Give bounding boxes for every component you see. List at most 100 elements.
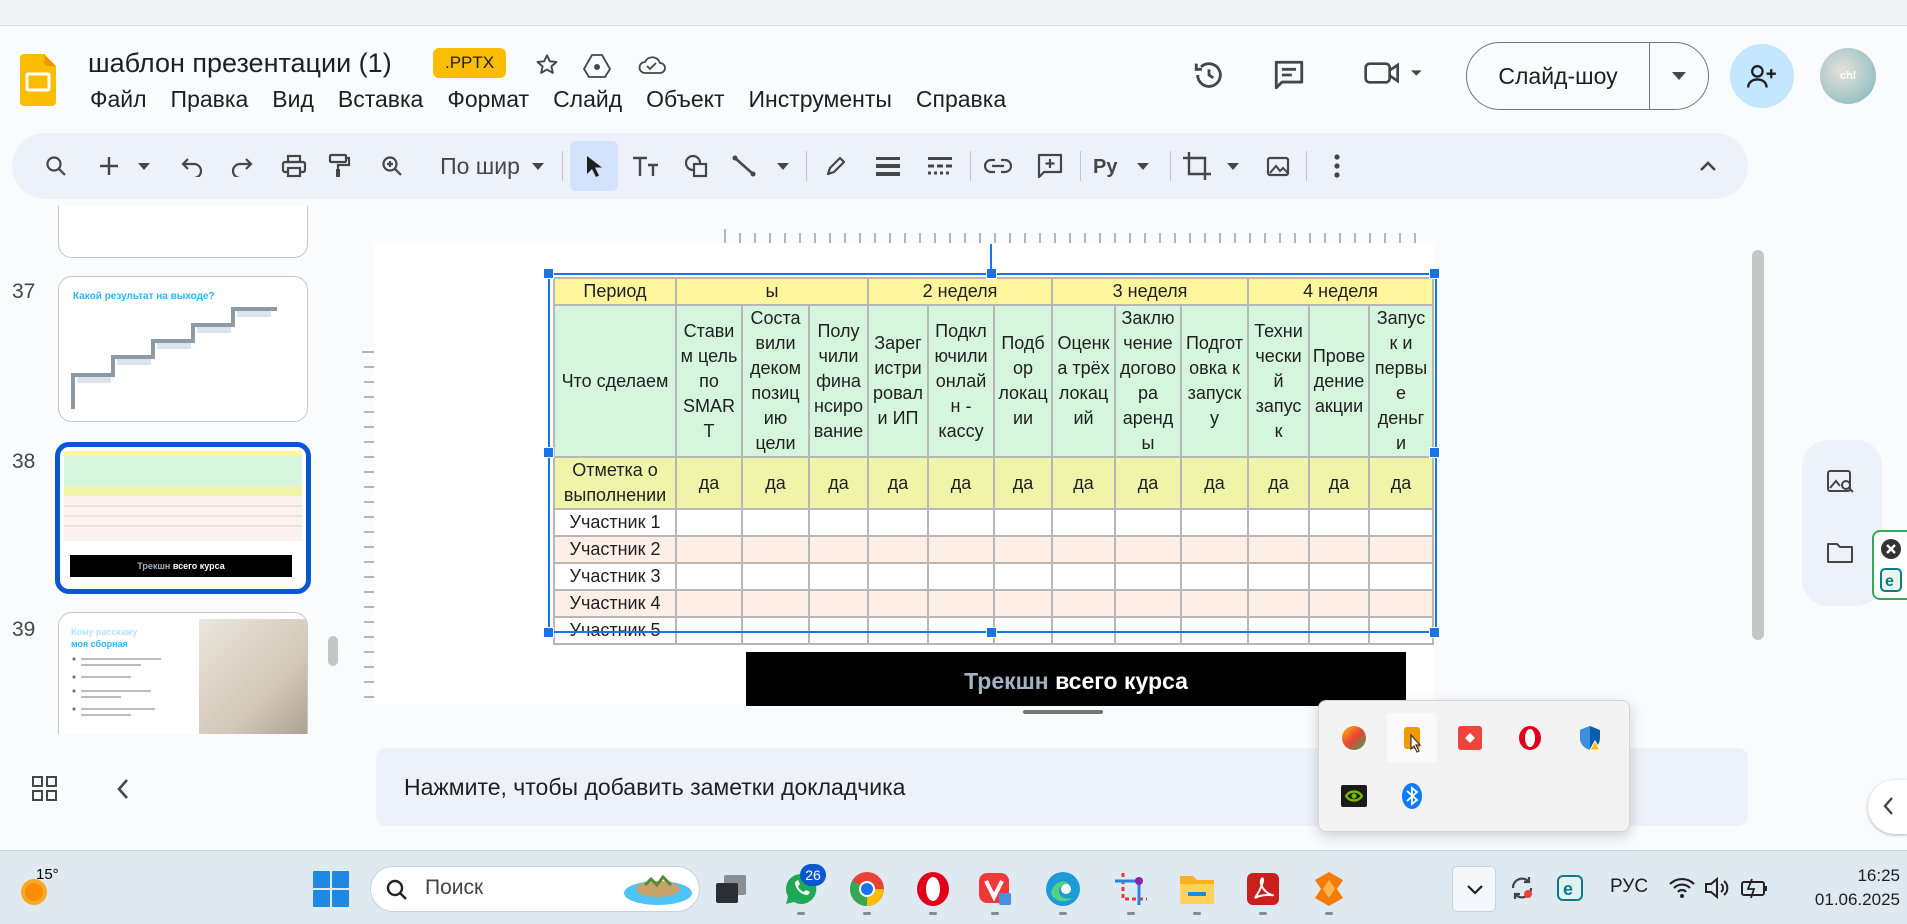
expand-side-panel-icon[interactable]: [1868, 780, 1907, 834]
slide-banner[interactable]: Трекшн всего курса: [746, 652, 1406, 706]
opera-tray-icon[interactable]: [1505, 713, 1555, 763]
color-app-tray-icon[interactable]: [1329, 713, 1379, 763]
menu-object[interactable]: Объект: [634, 86, 736, 113]
wifi-icon[interactable]: [1668, 876, 1696, 900]
acrobat-icon[interactable]: [1240, 866, 1286, 912]
resize-handle[interactable]: [1429, 627, 1440, 638]
sync-icon[interactable]: [1508, 874, 1536, 902]
anydesk-tray-icon[interactable]: [1445, 713, 1495, 763]
canvas-vertical-scrollbar[interactable]: [1752, 250, 1764, 640]
border-color-icon[interactable]: [816, 133, 856, 199]
extension-e-tray-icon[interactable]: e: [1556, 874, 1584, 902]
move-to-drive-icon[interactable]: [580, 48, 614, 82]
slideshow-dropdown-icon[interactable]: [1650, 43, 1708, 109]
menu-file[interactable]: Файл: [78, 86, 159, 113]
drop-app-tray-icon[interactable]: [1387, 713, 1437, 763]
meet-camera-icon[interactable]: [1360, 56, 1430, 90]
nvidia-tray-icon[interactable]: [1329, 771, 1379, 821]
slide-thumbnail[interactable]: [58, 206, 308, 258]
menu-edit[interactable]: Правка: [159, 86, 261, 113]
task-view-icon[interactable]: [708, 866, 754, 912]
app-orange-icon[interactable]: [1306, 866, 1352, 912]
share-button[interactable]: [1730, 44, 1794, 108]
border-dash-icon[interactable]: [920, 133, 960, 199]
thumbnail-title: Какой результат на выходе?: [73, 291, 215, 302]
text-box-icon[interactable]: [626, 133, 666, 199]
extension-e-icon[interactable]: e: [1880, 568, 1902, 592]
menu-format[interactable]: Формат: [435, 86, 541, 113]
more-options-icon[interactable]: [1322, 133, 1352, 199]
vivaldi-icon[interactable]: [972, 866, 1018, 912]
menu-help[interactable]: Справка: [904, 86, 1018, 113]
menu-tools[interactable]: Инструменты: [736, 86, 903, 113]
windows-start-icon[interactable]: [312, 870, 350, 908]
file-type-badge: .PPTX: [433, 48, 507, 78]
zoom-select[interactable]: По шир: [432, 133, 552, 199]
redo-icon[interactable]: [222, 133, 262, 199]
new-slide-button[interactable]: [96, 133, 156, 199]
shape-icon[interactable]: [676, 133, 716, 199]
zoom-icon[interactable]: [372, 133, 412, 199]
resize-handle[interactable]: [543, 447, 554, 458]
slide-thumbnail[interactable]: Какой результат на выходе?: [58, 276, 308, 422]
slideshow-label[interactable]: Слайд-шоу: [1467, 43, 1650, 109]
add-comment-icon[interactable]: [1030, 133, 1070, 199]
select-tool-icon[interactable]: [570, 141, 618, 191]
star-icon[interactable]: [530, 48, 564, 82]
paint-format-icon[interactable]: [320, 133, 360, 199]
volume-icon[interactable]: [1704, 876, 1732, 900]
slide-thumbnail[interactable]: Кому расскажу моя сборная: [58, 612, 308, 734]
edge-icon[interactable]: [1040, 866, 1086, 912]
input-language[interactable]: РУС: [1610, 876, 1648, 898]
weather-temperature[interactable]: 15°: [36, 866, 59, 883]
resize-handle[interactable]: [543, 268, 554, 279]
tray-overflow-chevron-icon[interactable]: [1452, 866, 1496, 912]
user-avatar[interactable]: chl: [1820, 48, 1876, 104]
file-explorer-icon[interactable]: [1174, 866, 1220, 912]
input-tools-icon[interactable]: Pу: [1090, 133, 1160, 199]
collapse-toolbar-icon[interactable]: [1688, 133, 1728, 199]
chrome-icon[interactable]: [844, 866, 890, 912]
print-icon[interactable]: [274, 133, 314, 199]
replace-image-icon[interactable]: [1258, 133, 1298, 199]
menu-view[interactable]: Вид: [260, 86, 326, 113]
slides-logo-icon[interactable]: [20, 54, 56, 106]
slideshow-button[interactable]: Слайд-шоу: [1466, 42, 1709, 110]
menu-insert[interactable]: Вставка: [326, 86, 436, 113]
comments-icon[interactable]: [1272, 58, 1306, 92]
battery-icon[interactable]: [1740, 876, 1770, 900]
document-title[interactable]: шаблон презентации (1): [88, 48, 392, 79]
canvas-resize-bar[interactable]: [1023, 710, 1103, 714]
opera-icon[interactable]: [910, 866, 956, 912]
border-weight-icon[interactable]: [868, 133, 908, 199]
collapse-filmstrip-icon[interactable]: [116, 778, 130, 800]
undo-icon[interactable]: [172, 133, 212, 199]
running-indicator: [797, 912, 805, 915]
resize-handle[interactable]: [1429, 447, 1440, 458]
selection-frame[interactable]: [548, 273, 1437, 633]
menu-slide[interactable]: Слайд: [541, 86, 634, 113]
grid-view-icon[interactable]: [32, 776, 58, 802]
link-icon[interactable]: [978, 133, 1018, 199]
thumbnail-bullets: [72, 657, 161, 716]
filmstrip-scrollbar[interactable]: [328, 636, 338, 666]
resize-handle[interactable]: [1429, 268, 1440, 279]
resize-handle[interactable]: [986, 627, 997, 638]
security-shield-tray-icon[interactable]: [1565, 713, 1615, 763]
taskbar-search-box[interactable]: [370, 866, 700, 912]
cloud-status-icon[interactable]: [635, 48, 669, 82]
image-search-icon[interactable]: [1826, 468, 1854, 496]
resize-handle[interactable]: [543, 627, 554, 638]
thumbnail-banner: Трекшн всего курса: [70, 555, 292, 577]
snipping-tool-icon[interactable]: [1108, 866, 1154, 912]
folder-icon[interactable]: [1826, 540, 1854, 564]
close-extension-icon[interactable]: [1880, 538, 1902, 560]
clock-time[interactable]: 16:25: [1830, 866, 1900, 886]
clock-date[interactable]: 01.06.2025: [1790, 890, 1900, 910]
crop-icon[interactable]: [1180, 133, 1250, 199]
slide-thumbnail-selected[interactable]: Трекшн всего курса: [55, 442, 311, 594]
line-tool-icon[interactable]: [728, 133, 798, 199]
bluetooth-tray-icon[interactable]: [1387, 771, 1437, 821]
search-menus-icon[interactable]: [36, 133, 76, 199]
version-history-icon[interactable]: [1192, 58, 1226, 92]
